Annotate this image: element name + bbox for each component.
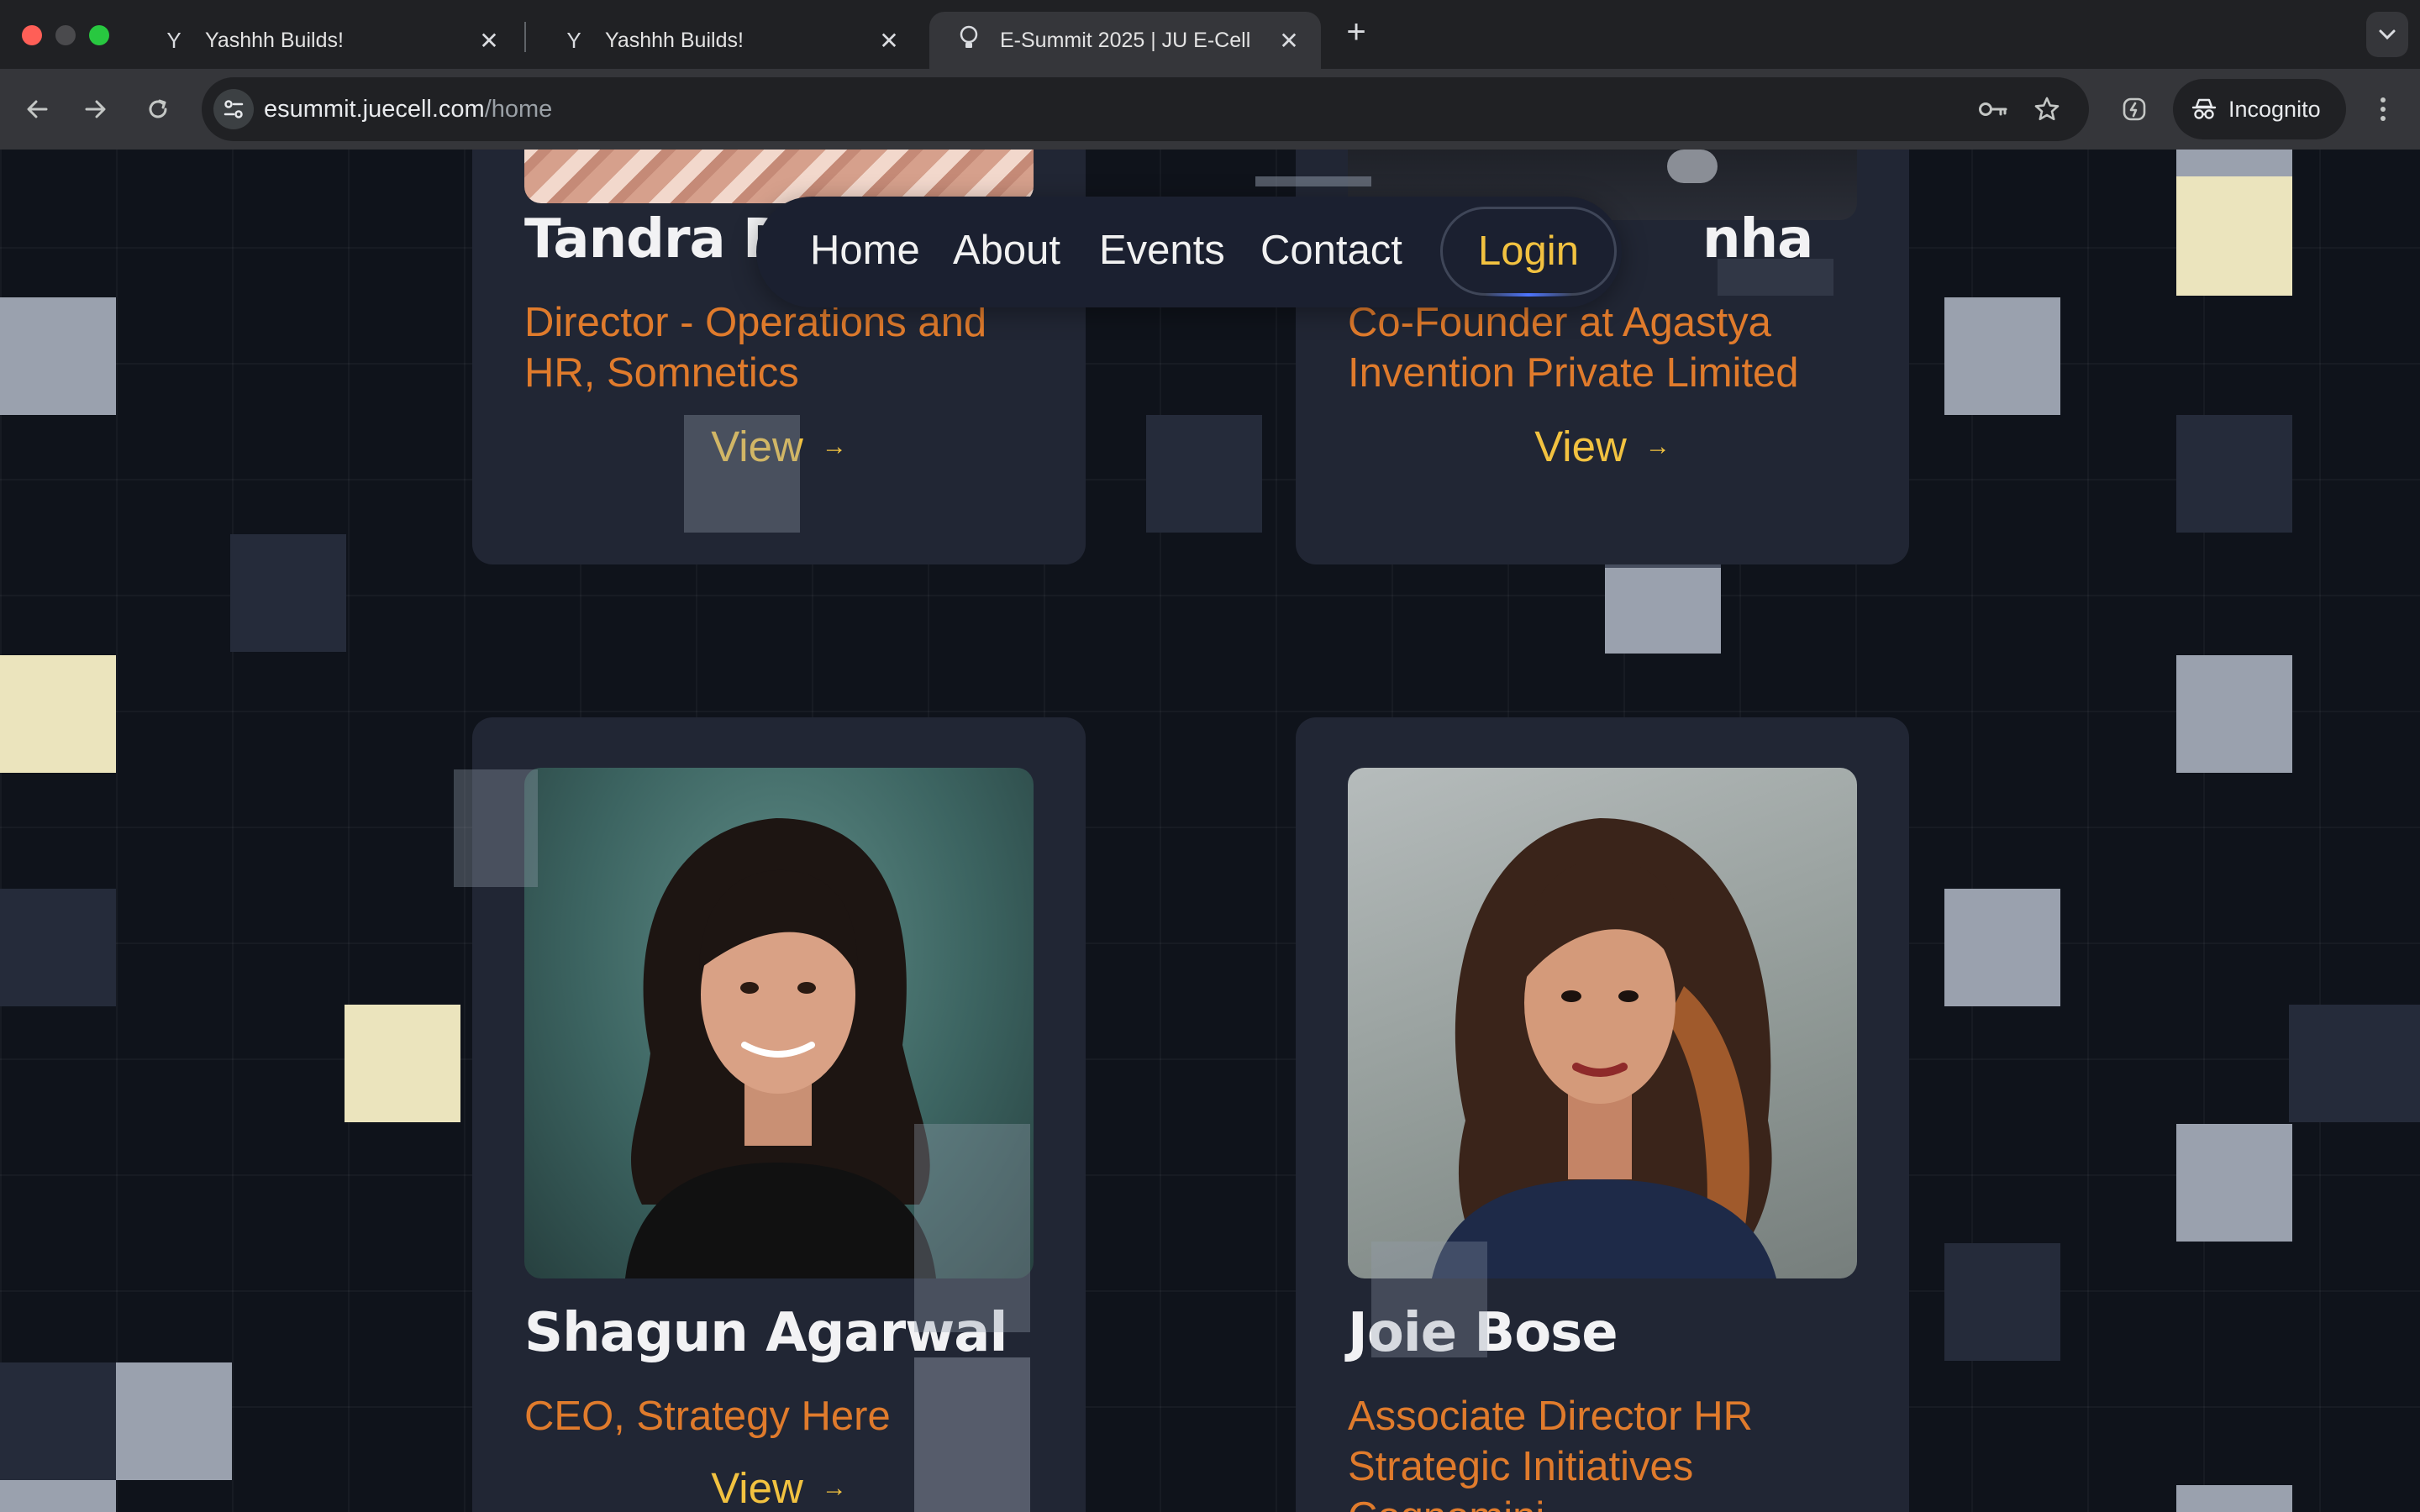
more-vert-icon <box>2381 97 2386 121</box>
bg-square-overlay <box>454 769 538 887</box>
minimize-window-button[interactable] <box>55 25 76 45</box>
browser-tab-2[interactable]: Y Yashhh Builds! ✕ <box>534 12 921 69</box>
bg-square <box>116 1362 232 1480</box>
incognito-icon <box>2191 98 2217 119</box>
arrow-right-icon: → <box>1644 432 1670 460</box>
maximize-window-button[interactable] <box>89 25 109 45</box>
nav-events-link[interactable]: Events <box>1099 227 1225 274</box>
bg-square-overlay <box>1255 176 1371 186</box>
bg-square <box>0 297 116 415</box>
browser-tab-3[interactable]: E-Summit 2025 | JU E-Cell ✕ <box>929 12 1321 69</box>
arrow-right-icon: → <box>821 432 847 460</box>
y-combinator-icon: Y <box>166 27 182 53</box>
bg-square-overlay <box>914 1357 1030 1512</box>
url-host: esummit.juecell.com <box>264 96 485 123</box>
speaker-role: Director - Operations and HR, Somnetics <box>524 300 987 396</box>
page-viewport: Tandra D Director - Operations and HR, S… <box>0 150 2420 1512</box>
view-speaker-link[interactable]: View → <box>1296 422 1909 471</box>
browser-tab-1[interactable]: Y Yashhh Builds! ✕ <box>134 12 521 69</box>
speaker-photo <box>1348 768 1857 1278</box>
bg-square <box>1944 1243 2060 1361</box>
bg-square-overlay <box>914 1124 1030 1332</box>
bg-square-overlay <box>1371 1242 1487 1357</box>
close-window-button[interactable] <box>22 25 42 45</box>
arrow-right-icon <box>85 100 106 118</box>
bg-square <box>0 655 116 773</box>
close-tab-icon[interactable]: ✕ <box>472 24 506 57</box>
forward-button[interactable] <box>74 87 118 131</box>
speaker-name: Tandra D <box>524 208 787 270</box>
new-tab-button[interactable]: + <box>1338 15 1375 52</box>
bg-square-overlay <box>684 415 800 533</box>
arrow-right-icon: → <box>821 1473 847 1502</box>
bg-square <box>2176 176 2292 296</box>
browser-tab-strip: Y Yashhh Builds! ✕ Y Yashhh Builds! ✕ E-… <box>0 0 2420 69</box>
bg-square <box>230 534 346 652</box>
login-button[interactable]: Login <box>1440 207 1617 297</box>
bookmark-button[interactable] <box>2030 92 2064 126</box>
reload-button[interactable] <box>136 87 180 131</box>
bg-square <box>1944 889 2060 1006</box>
key-icon <box>1979 102 2007 116</box>
view-label: View <box>711 1464 803 1512</box>
browser-toolbar: esummit.juecell.com/home Incognito <box>0 69 2420 150</box>
bg-square <box>1605 568 1721 654</box>
extension-icon <box>2123 97 2146 121</box>
speaker-role: Associate Director HR Strategic Initiati… <box>1348 1394 1753 1512</box>
arrow-left-icon <box>27 100 48 118</box>
bg-square <box>2176 150 2292 176</box>
incognito-label: Incognito <box>2228 96 2321 122</box>
url-text: esummit.juecell.com/home <box>264 77 552 141</box>
bg-square <box>2289 1005 2420 1122</box>
speaker-card: Joie Bose Associate Director HR Strategi… <box>1296 717 1909 1512</box>
nav-about-link[interactable]: About <box>953 227 1060 274</box>
site-navbar: Home About Events Contact Login <box>756 197 1622 307</box>
bg-square <box>0 889 116 1006</box>
incognito-indicator[interactable]: Incognito <box>2173 79 2346 139</box>
y-combinator-icon: Y <box>566 27 581 53</box>
speaker-portrait-illustration <box>1432 818 1776 1278</box>
view-label: View <box>1534 423 1627 470</box>
bg-square <box>2176 655 2292 773</box>
nav-contact-link[interactable]: Contact <box>1260 227 1402 274</box>
tune-icon <box>224 100 244 118</box>
tab-search-button[interactable] <box>2366 12 2408 57</box>
bg-square <box>2176 1485 2292 1512</box>
back-button[interactable] <box>15 87 59 131</box>
url-path: /home <box>484 96 553 123</box>
address-bar[interactable]: esummit.juecell.com/home <box>202 77 2089 141</box>
chevron-down-icon <box>2379 29 2396 40</box>
lightbulb-icon <box>955 25 983 56</box>
bg-square <box>2176 415 2292 533</box>
password-key-button[interactable] <box>1976 92 2010 126</box>
close-tab-icon[interactable]: ✕ <box>1272 24 1306 57</box>
bg-square-overlay <box>1718 259 1833 296</box>
bg-square <box>1944 297 2060 415</box>
tab-separator <box>524 22 526 52</box>
site-info-button[interactable] <box>213 89 254 129</box>
browser-menu-button[interactable] <box>2366 87 2400 131</box>
speaker-photo <box>524 150 1034 203</box>
nav-home-link[interactable]: Home <box>810 227 920 274</box>
bg-square <box>0 1480 116 1512</box>
watch-detail <box>1667 150 1718 183</box>
star-icon <box>2034 97 2060 121</box>
bg-square <box>345 1005 460 1122</box>
speaker-role: Co-Founder at Agastya Invention Private … <box>1348 300 1799 396</box>
reload-icon <box>149 99 167 118</box>
close-tab-icon[interactable]: ✕ <box>872 24 906 57</box>
extension-button[interactable] <box>2112 87 2156 131</box>
bg-square <box>2176 1124 2292 1242</box>
bg-square <box>1146 415 1262 533</box>
